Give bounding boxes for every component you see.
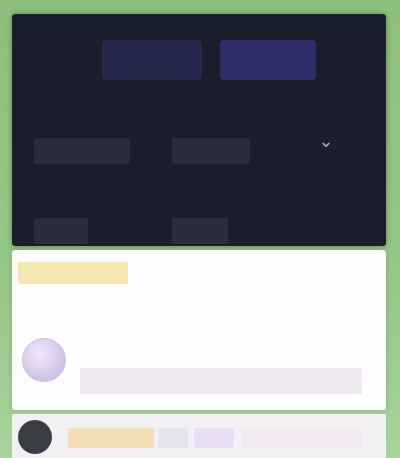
card-badge [18, 262, 128, 284]
panel-field-1[interactable] [34, 138, 130, 164]
bottom-chip-2[interactable] [194, 428, 234, 448]
tabs [102, 40, 332, 80]
chevron-down-icon[interactable]: ⌄ [308, 124, 344, 160]
avatar[interactable] [22, 338, 66, 382]
card-row[interactable] [80, 368, 362, 394]
panel-field-2[interactable] [172, 138, 250, 164]
bottom-avatar[interactable] [18, 420, 52, 454]
tab-2[interactable] [220, 40, 316, 80]
panel-field-5[interactable] [172, 218, 228, 244]
tab-1[interactable] [102, 40, 202, 80]
panel-field-4[interactable] [34, 218, 88, 244]
bottom-chip-3[interactable] [242, 428, 362, 448]
bottom-label[interactable] [68, 428, 154, 448]
bottom-chip-1[interactable] [158, 428, 188, 448]
dark-panel: ⌄ [12, 14, 386, 246]
